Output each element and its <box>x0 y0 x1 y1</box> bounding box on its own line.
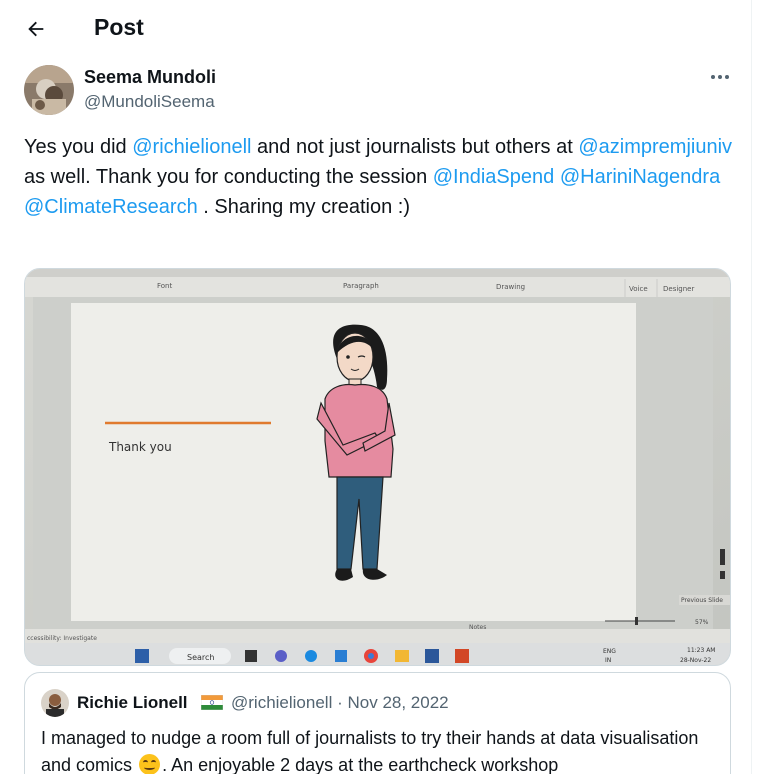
ribbon-drawing-label: Drawing <box>496 283 525 291</box>
mention-climateresearch[interactable]: @ClimateResearch <box>24 196 198 218</box>
mention-harininagendra[interactable]: @HariniNagendra <box>560 166 720 188</box>
windows-start-icon <box>135 649 149 663</box>
author-name[interactable]: Seema Mundoli <box>84 67 216 88</box>
taskbar-search: Search <box>187 653 214 662</box>
quoted-author-avatar[interactable] <box>41 689 69 717</box>
smiling-face-emoji-icon <box>139 754 161 774</box>
page-title: Post <box>94 14 144 40</box>
ribbon-paragraph-label: Paragraph <box>343 282 379 290</box>
quoted-text-part-2: . An enjoyable 2 days at the earthcheck … <box>162 755 559 774</box>
post-text-segment: . Sharing my creation :) <box>197 196 411 218</box>
author-avatar[interactable] <box>24 65 74 115</box>
back-arrow-icon[interactable] <box>22 15 50 43</box>
post-text-segment: as well. Thank you for conducting the se… <box>24 166 433 188</box>
post-detail-view: Post Seema Mundoli @MundoliSeema Yes you… <box>0 0 752 774</box>
taskbar-date: 28-Nov-22 <box>680 657 711 664</box>
taskbar-lang-1: ENG <box>603 648 616 655</box>
taskbar-time: 11:23 AM <box>687 647 715 654</box>
previous-slide-tooltip: Previous Slide <box>681 597 723 604</box>
quoted-author-name[interactable]: Richie Lionell <box>77 693 188 713</box>
post-text-segment: and not just journalists but others at <box>251 136 579 158</box>
zoom-level: 57% <box>695 619 709 626</box>
quoted-text: I managed to nudge a room full of journa… <box>41 725 721 774</box>
mention-richielionell[interactable]: @richielionell <box>132 136 251 158</box>
meta-separator: · <box>337 693 343 712</box>
page-header: Post <box>0 0 752 58</box>
quoted-post[interactable]: Richie Lionell @richielionell · Nov 28, … <box>24 672 731 774</box>
post-text: Yes you did @richielionell and not just … <box>24 132 739 222</box>
post-media-image[interactable]: Font Paragraph Drawing Voice Designer Th… <box>24 268 731 666</box>
quoted-author-handle[interactable]: @richielionell <box>231 693 332 712</box>
author-handle[interactable]: @MundoliSeema <box>84 92 215 112</box>
mention-azimpremjiuniv[interactable]: @azimpremjiuniv <box>578 136 732 158</box>
ribbon-voice-label: Voice <box>629 285 648 293</box>
post-text-segment: Yes you did <box>24 136 133 158</box>
accessibility-status: ccessibility: Investigate <box>27 635 97 642</box>
notes-button: Notes <box>469 624 486 631</box>
taskbar-lang-2: IN <box>605 657 611 664</box>
mention-indiaspend[interactable]: @IndiaSpend <box>433 166 555 188</box>
quoted-date[interactable]: Nov 28, 2022 <box>348 693 449 712</box>
india-flag-icon <box>200 694 224 711</box>
ribbon-designer-label: Designer <box>663 285 694 293</box>
more-options-icon[interactable] <box>706 66 734 88</box>
slide-thank-you-text: Thank you <box>108 440 172 454</box>
ribbon-font-label: Font <box>157 282 172 290</box>
quoted-meta: @richielionell · Nov 28, 2022 <box>231 693 449 713</box>
